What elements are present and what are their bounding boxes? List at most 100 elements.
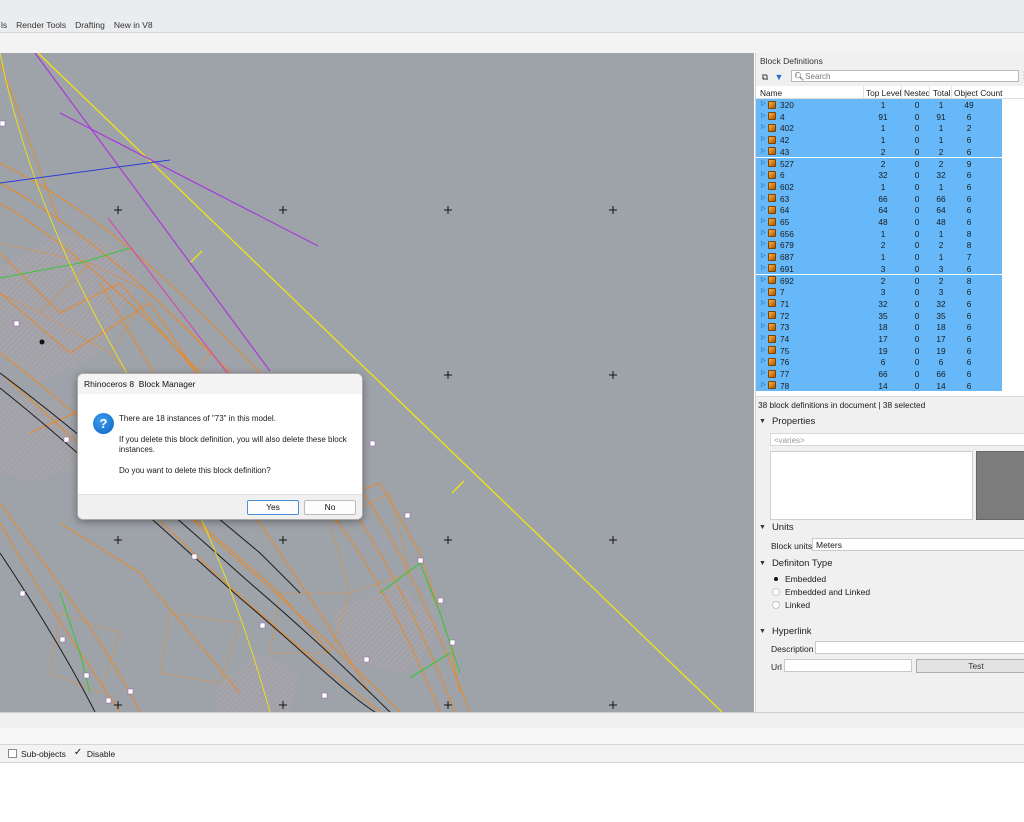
cell-top: 1	[880, 181, 886, 192]
expand-icon[interactable]: ▷	[761, 299, 766, 306]
test-button[interactable]: Test	[916, 659, 1024, 673]
block-row[interactable]: ▷ 76 6 0 6 6	[756, 356, 1024, 369]
block-row[interactable]: ▷ 75 19 0 19 6	[756, 344, 1024, 357]
col-object-count[interactable]: Object Count	[954, 88, 1002, 98]
hyperlink-url-input[interactable]	[784, 659, 912, 672]
name-field[interactable]: <varies>	[770, 433, 1024, 446]
expand-icon[interactable]: ▷	[761, 205, 766, 212]
block-row[interactable]: ▷ 74 17 0 17 6	[756, 333, 1024, 345]
col-nested[interactable]: Nested	[904, 88, 930, 98]
block-row[interactable]: ▷ 656 1 0 1 8	[756, 227, 1024, 240]
block-name: 4	[780, 111, 785, 122]
block-row[interactable]: ▷ 320 1 0 1 49	[756, 99, 1024, 111]
expand-icon[interactable]: ▷	[761, 369, 766, 376]
cell-top: 6	[880, 357, 886, 368]
cell-nested: 0	[914, 252, 920, 263]
block-row[interactable]: ▷ 73 18 0 18 6	[756, 321, 1024, 333]
block-row[interactable]: ▷ 65 48 0 48 6	[756, 216, 1024, 228]
expand-icon[interactable]: ▷	[761, 381, 766, 388]
expand-icon[interactable]: ▷	[761, 264, 766, 271]
block-row[interactable]: ▷ 691 3 0 3 6	[756, 262, 1024, 275]
hyperlink-section-header[interactable]: ▼ Hyperlink	[759, 626, 812, 637]
checkbox[interactable]	[8, 749, 17, 758]
expand-icon[interactable]: ▷	[761, 217, 766, 224]
expand-icon[interactable]: ▷	[761, 194, 766, 201]
cell-total: 1	[938, 123, 944, 134]
expand-icon[interactable]: ▷	[761, 170, 766, 177]
expand-icon[interactable]: ▷	[761, 346, 766, 353]
definition-type-section-header[interactable]: ▼ Definiton Type	[759, 558, 833, 569]
no-button[interactable]: No	[304, 500, 356, 515]
block-row[interactable]: ▷ 687 1 0 1 7	[756, 251, 1024, 263]
block-row[interactable]: ▷ 64 64 0 64 6	[756, 204, 1024, 216]
cell-total: 3	[938, 263, 944, 274]
radio-embedded[interactable]: Embedded	[772, 574, 826, 584]
search-box[interactable]: 🔍︎	[791, 70, 1019, 82]
cell-top: 2	[880, 275, 886, 286]
new-block-icon[interactable]: ⧉	[759, 71, 771, 83]
cell-top: 3	[880, 287, 886, 298]
block-row[interactable]: ▷ 6 32 0 32 6	[756, 169, 1024, 181]
radio-button[interactable]	[772, 601, 780, 609]
block-row[interactable]: ▷ 42 1 0 1 6	[756, 134, 1024, 146]
block-row[interactable]: ▷ 63 66 0 66 6	[756, 192, 1024, 205]
description-field[interactable]	[770, 451, 973, 520]
expand-icon[interactable]: ▷	[761, 240, 766, 247]
block-row[interactable]: ▷ 72 35 0 35 6	[756, 309, 1024, 322]
expand-icon[interactable]: ▷	[761, 147, 766, 154]
radio-button[interactable]	[772, 575, 780, 583]
cell-nested: 0	[914, 100, 920, 110]
block-row[interactable]: ▷ 527 2 0 2 9	[756, 157, 1024, 170]
tab-drafting[interactable]: Drafting	[70, 20, 109, 30]
cell-total: 1	[938, 228, 944, 239]
block-row[interactable]: ▷ 71 32 0 32 6	[756, 297, 1024, 310]
expand-icon[interactable]: ▷	[761, 123, 766, 130]
cell-top: 19	[878, 345, 888, 356]
expand-icon[interactable]: ▷	[761, 135, 766, 142]
block-row[interactable]: ▷ 77 66 0 66 6	[756, 368, 1024, 380]
col-name[interactable]: Name	[760, 88, 782, 98]
block-row[interactable]: ▷ 402 1 0 1 2	[756, 122, 1024, 135]
checkbox-checked[interactable]	[74, 747, 83, 758]
tab-new-in-v8[interactable]: New in V8	[109, 20, 157, 30]
expand-icon[interactable]: ▷	[761, 287, 766, 294]
cell-nested: 0	[914, 217, 920, 227]
block-units-select[interactable]: Meters	[812, 538, 1024, 551]
osnap-disable[interactable]: Disable	[74, 747, 115, 759]
block-row[interactable]: ▷ 4 91 0 91 6	[756, 110, 1024, 123]
tab-tools-partial[interactable]: ls	[0, 20, 11, 30]
properties-section-header[interactable]: ▼ Properties	[759, 416, 815, 427]
block-definitions-panel: Block Definitions ⧉ ▼ 🔍︎ ☰ Name Top Leve…	[755, 53, 1024, 728]
expand-icon[interactable]: ▷	[761, 252, 766, 259]
col-total[interactable]: Total	[933, 88, 951, 98]
expand-icon[interactable]: ▷	[761, 334, 766, 341]
radio-linked[interactable]: Linked	[772, 600, 810, 610]
block-row[interactable]: ▷ 78 14 0 14 6	[756, 379, 1024, 392]
expand-icon[interactable]: ▷	[761, 159, 766, 166]
filter-icon[interactable]: ▼	[773, 71, 785, 83]
block-row[interactable]: ▷ 7 3 0 3 6	[756, 286, 1024, 298]
osnap-sub-objects[interactable]: Sub-objects	[8, 749, 66, 759]
expand-icon[interactable]: ▷	[761, 322, 766, 329]
hyperlink-description-input[interactable]	[815, 641, 1024, 654]
expand-icon[interactable]: ▷	[761, 100, 766, 107]
block-row[interactable]: ▷ 602 1 0 1 6	[756, 180, 1024, 193]
radio-button[interactable]	[772, 588, 780, 596]
cell-top: 91	[878, 111, 888, 122]
expand-icon[interactable]: ▷	[761, 276, 766, 283]
radio-embedded-and-linked[interactable]: Embedded and Linked	[772, 587, 870, 597]
cell-nested: 0	[914, 170, 920, 181]
search-input[interactable]	[805, 71, 1006, 81]
units-section-header[interactable]: ▼ Units	[759, 522, 794, 533]
block-row[interactable]: ▷ 679 2 0 2 8	[756, 239, 1024, 252]
col-top-level[interactable]: Top Level	[866, 88, 902, 98]
expand-icon[interactable]: ▷	[761, 182, 766, 189]
tab-render-tools[interactable]: Render Tools	[11, 20, 70, 30]
yes-button[interactable]: Yes	[247, 500, 299, 515]
block-row[interactable]: ▷ 692 2 0 2 8	[756, 274, 1024, 287]
block-row[interactable]: ▷ 43 2 0 2 6	[756, 145, 1024, 158]
expand-icon[interactable]: ▷	[761, 229, 766, 236]
expand-icon[interactable]: ▷	[761, 311, 766, 318]
expand-icon[interactable]: ▷	[761, 357, 766, 364]
expand-icon[interactable]: ▷	[761, 112, 766, 119]
